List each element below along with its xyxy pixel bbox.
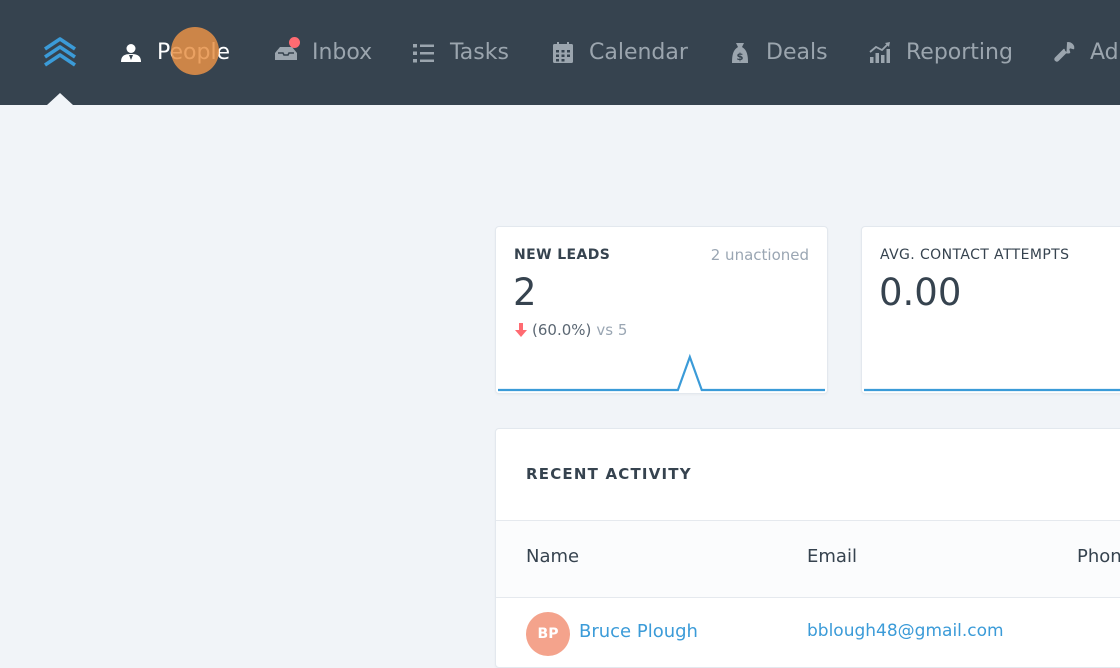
nav-item-admin[interactable]: Ad (1052, 0, 1119, 105)
column-header-phone[interactable]: Phon (1077, 546, 1120, 567)
new-leads-label: NEW LEADS (514, 247, 611, 263)
nav-label-reporting: Reporting (906, 40, 1013, 65)
unactioned-link[interactable]: 2 unactioned (711, 246, 809, 264)
nav-label-admin: Ad (1090, 40, 1119, 65)
nav-label-tasks: Tasks (450, 40, 509, 65)
contact-name-link[interactable]: Bruce Plough (579, 621, 698, 642)
nav-label-inbox: Inbox (312, 40, 373, 65)
nav-label-people: People (157, 40, 231, 65)
nav-item-tasks[interactable]: Tasks (412, 0, 509, 105)
person-icon (119, 41, 143, 65)
notification-dot (289, 36, 300, 48)
active-nav-caret (47, 93, 73, 105)
column-header-email[interactable]: Email (807, 546, 857, 567)
recent-activity-panel: RECENT ACTIVITY Name Email Phon BP Bruce… (495, 428, 1120, 668)
calendar-icon (551, 41, 575, 65)
nav-item-people[interactable]: People (119, 0, 230, 105)
nav-item-inbox[interactable]: Inbox (274, 0, 372, 105)
top-nav-bar: People Inbox Tasks Calendar $ Deals Repo… (0, 0, 1120, 105)
bar-chart-icon (868, 41, 892, 65)
contact-email-link[interactable]: bblough48@gmail.com (807, 621, 1004, 641)
avg-contact-sparkline (863, 388, 1120, 392)
new-leads-value: 2 (513, 271, 537, 314)
nav-label-calendar: Calendar (589, 40, 688, 65)
header-divider (496, 597, 1120, 598)
inbox-tray-icon (274, 36, 300, 65)
nav-item-calendar[interactable]: Calendar (551, 0, 688, 105)
new-leads-card[interactable]: NEW LEADS 2 unactioned 2 (60.0%) vs 5 (495, 226, 828, 394)
nav-label-deals: Deals (766, 40, 828, 65)
list-icon (412, 41, 436, 65)
avatar: BP (526, 612, 570, 656)
nav-item-reporting[interactable]: Reporting (868, 0, 1013, 105)
app-logo-icon[interactable] (40, 36, 80, 70)
new-leads-sparkline (497, 353, 826, 392)
avg-contact-label: AVG. CONTACT ATTEMPTS (880, 247, 1070, 263)
wrench-icon (1052, 41, 1076, 65)
avg-contact-attempts-card[interactable]: AVG. CONTACT ATTEMPTS 0.00 (861, 226, 1120, 394)
recent-activity-title: RECENT ACTIVITY (526, 465, 692, 483)
avg-contact-value: 0.00 (879, 271, 962, 314)
nav-item-deals[interactable]: $ Deals (728, 0, 828, 105)
column-header-name[interactable]: Name (526, 546, 579, 567)
money-bag-icon: $ (728, 41, 752, 65)
svg-text:$: $ (737, 52, 744, 63)
